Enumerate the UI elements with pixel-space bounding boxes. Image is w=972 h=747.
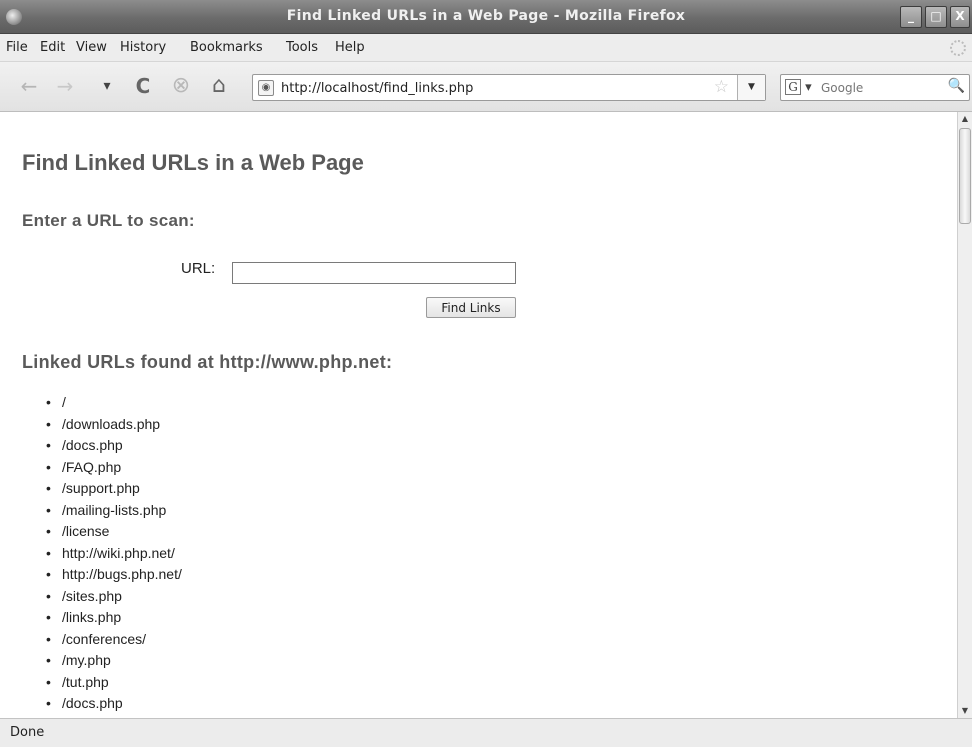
menu-file[interactable]: File xyxy=(6,40,28,55)
url-field-label: URL: xyxy=(181,260,216,277)
status-bar: Done xyxy=(0,718,972,747)
list-item: /docs.php xyxy=(46,435,182,457)
list-item: http://bugs.php.net/ xyxy=(46,564,182,586)
list-item: /FAQ.php xyxy=(46,457,182,479)
list-item: /support.php xyxy=(46,478,182,500)
vertical-scrollbar[interactable]: ▲ ▼ xyxy=(957,112,972,718)
search-icon[interactable]: 🔍 xyxy=(948,78,965,94)
scan-heading: Enter a URL to scan: xyxy=(22,211,195,230)
url-history-dropdown[interactable]: ▼ xyxy=(737,75,765,100)
forward-arrow-icon[interactable]: → xyxy=(52,74,78,98)
list-item: /docs.php xyxy=(46,693,182,715)
site-identity-icon[interactable]: ◉ xyxy=(258,80,274,96)
navigation-toolbar: ← → ▾ C ⊗ ⌂ ◉ ☆ ▼ G ▾ 🔍 xyxy=(0,62,972,112)
stop-icon[interactable]: ⊗ xyxy=(168,74,194,98)
list-item: /mailing-lists.php xyxy=(46,500,182,522)
menu-edit[interactable]: Edit xyxy=(40,40,65,55)
bookmark-star-icon[interactable]: ☆ xyxy=(714,77,729,97)
menu-bar: File Edit View History Bookmarks Tools H… xyxy=(0,34,972,62)
menu-history[interactable]: History xyxy=(120,40,166,55)
menu-tools[interactable]: Tools xyxy=(286,40,318,55)
page-title: Find Linked URLs in a Web Page xyxy=(22,150,364,175)
search-engine-selector[interactable]: G ▾ xyxy=(785,79,817,97)
minimize-button[interactable]: _ xyxy=(900,6,922,28)
menu-help[interactable]: Help xyxy=(335,40,365,55)
results-heading: Linked URLs found at http://www.php.net: xyxy=(22,352,393,372)
back-arrow-icon[interactable]: ← xyxy=(16,74,42,98)
url-input[interactable] xyxy=(281,78,701,98)
home-icon[interactable]: ⌂ xyxy=(206,74,232,98)
history-dropdown-icon[interactable]: ▾ xyxy=(94,74,120,98)
menu-view[interactable]: View xyxy=(76,40,107,55)
reload-icon[interactable]: C xyxy=(130,74,156,98)
list-item: /links.php xyxy=(46,607,182,629)
list-item: http://wiki.php.net/ xyxy=(46,543,182,565)
maximize-button[interactable]: □ xyxy=(925,6,947,28)
scan-url-field[interactable] xyxy=(232,262,516,284)
activity-throbber-icon xyxy=(950,40,966,56)
window-title: Find Linked URLs in a Web Page - Mozilla… xyxy=(286,8,686,24)
close-button[interactable]: X xyxy=(950,6,970,28)
scrollbar-thumb[interactable] xyxy=(959,128,971,224)
scroll-down-arrow-icon[interactable]: ▼ xyxy=(958,704,972,718)
found-links-list: / /downloads.php /docs.php /FAQ.php /sup… xyxy=(46,392,182,715)
list-item: /sites.php xyxy=(46,586,182,608)
location-bar[interactable]: ◉ ☆ ▼ xyxy=(252,74,766,101)
list-item: /downloads.php xyxy=(46,414,182,436)
google-icon: G xyxy=(785,79,801,95)
list-item: /license xyxy=(46,521,182,543)
menu-bookmarks[interactable]: Bookmarks xyxy=(190,40,263,55)
scroll-up-arrow-icon[interactable]: ▲ xyxy=(958,112,972,126)
search-bar[interactable]: G ▾ 🔍 xyxy=(780,74,970,101)
list-item: /tut.php xyxy=(46,672,182,694)
list-item: /my.php xyxy=(46,650,182,672)
search-input[interactable] xyxy=(821,78,941,98)
page-viewport: Find Linked URLs in a Web Page Enter a U… xyxy=(0,112,957,718)
list-item: / xyxy=(46,392,182,414)
chevron-down-icon: ▾ xyxy=(805,80,812,95)
window-title-bar: Find Linked URLs in a Web Page - Mozilla… xyxy=(0,0,972,34)
find-links-button[interactable]: Find Links xyxy=(426,297,516,318)
list-item: /conferences/ xyxy=(46,629,182,651)
status-text: Done xyxy=(10,725,45,740)
